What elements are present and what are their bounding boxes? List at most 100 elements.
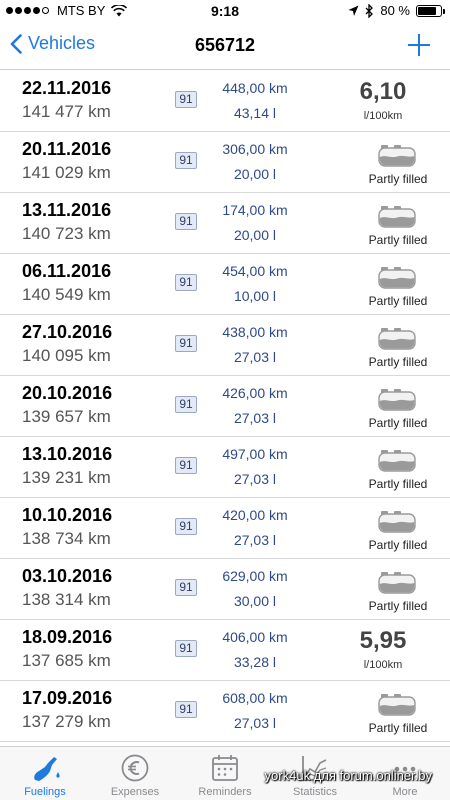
partly-filled-tank-icon: [378, 692, 416, 716]
octane-badge: 91: [175, 335, 197, 352]
fuel-volume: 43,14 l: [233, 105, 277, 121]
odometer-reading: 138 314 km: [22, 590, 111, 609]
fueling-date: 13.10.2016: [22, 444, 113, 464]
octane-badge: 91: [175, 457, 197, 474]
partly-filled-tank-icon: [378, 204, 416, 228]
trip-distance: 426,00 km: [222, 385, 288, 401]
odometer-reading: 140 723 km: [22, 224, 111, 243]
battery-level: [418, 6, 436, 15]
fuel-volume: 20,00 l: [233, 227, 277, 243]
partly-filled-tank-icon: [378, 265, 416, 289]
trip-distance: 448,00 km: [222, 80, 288, 96]
consumption-value: 6,10: [359, 78, 407, 105]
fueling-date: 18.09.2016: [22, 627, 113, 647]
back-button[interactable]: Vehicles: [10, 33, 95, 54]
navigation-bar: Vehicles 656712: [0, 22, 450, 70]
fuel-volume: 33,28 l: [233, 654, 277, 670]
more-dots-icon: [394, 766, 416, 772]
odometer-reading: 141 029 km: [22, 163, 111, 182]
fueling-row[interactable]: 18.09.2016 137 685 km 91 406,00 km 33,28 l 5,…: [0, 620, 450, 681]
fueling-row[interactable]: 20.11.2016 141 029 km 91 306,00 km 20,00 l Pa…: [0, 132, 450, 193]
fill-status-label: Partly filled: [368, 416, 428, 430]
add-fueling-button[interactable]: [406, 32, 432, 58]
status-right: 80 %: [348, 3, 445, 18]
fueling-row[interactable]: 20.10.2016 139 657 km 91 426,00 km 27,03 l Pa…: [0, 376, 450, 437]
trip-distance: 629,00 km: [222, 568, 288, 584]
tab-label: Reminders: [198, 786, 252, 798]
odometer-reading: 137 685 km: [22, 651, 111, 670]
odometer-reading: 140 549 km: [22, 285, 111, 304]
fuel-volume: 27,03 l: [233, 349, 277, 365]
partly-filled-tank-icon: [378, 509, 416, 533]
fueling-row[interactable]: 13.11.2016 140 723 km 91 174,00 km 20,00 l Pa…: [0, 193, 450, 254]
euro-coin-icon: [121, 754, 149, 782]
octane-badge: 91: [175, 518, 197, 535]
tab-statistics[interactable]: Statistics: [270, 747, 360, 800]
fueling-date: 27.10.2016: [22, 322, 113, 342]
fueling-row[interactable]: 17.09.2016 137 279 km 91 608,00 km 27,03 l Pa…: [0, 681, 450, 742]
partly-filled-tank-icon: [378, 570, 416, 594]
trip-distance: 406,00 km: [222, 629, 288, 645]
octane-badge: 91: [175, 91, 197, 108]
fueling-row[interactable]: 27.10.2016 140 095 km 91 438,00 km 27,03 l Pa…: [0, 315, 450, 376]
fill-status-label: Partly filled: [368, 172, 428, 186]
fueling-date: 06.11.2016: [22, 261, 112, 281]
trip-distance: 306,00 km: [222, 141, 288, 157]
tab-bar: Fuelings Expenses Reminders Statistics M…: [0, 746, 450, 800]
fueling-date: 10.10.2016: [22, 505, 113, 525]
trip-distance: 438,00 km: [222, 324, 288, 340]
fuel-volume: 30,00 l: [233, 593, 277, 609]
partly-filled-tank-icon: [378, 387, 416, 411]
octane-badge: 91: [175, 579, 197, 596]
tab-fuelings[interactable]: Fuelings: [0, 747, 90, 800]
odometer-reading: 141 477 km: [22, 102, 111, 121]
bluetooth-icon: [365, 3, 374, 18]
trip-distance: 420,00 km: [222, 507, 288, 523]
fuel-volume: 20,00 l: [233, 166, 277, 182]
fill-status-label: Partly filled: [368, 355, 428, 369]
octane-badge: 91: [175, 213, 197, 230]
fill-status-label: Partly filled: [368, 294, 428, 308]
fueling-row[interactable]: 06.11.2016 140 549 km 91 454,00 km 10,00 l Pa…: [0, 254, 450, 315]
fuel-volume: 27,03 l: [233, 471, 277, 487]
octane-badge: 91: [175, 396, 197, 413]
odometer-reading: 139 657 km: [22, 407, 111, 426]
tab-more[interactable]: More: [360, 747, 450, 800]
trip-distance: 454,00 km: [222, 263, 288, 279]
calendar-icon: [212, 755, 238, 781]
fueling-date: 20.11.2016: [22, 139, 112, 159]
fueling-date: 17.09.2016: [22, 688, 113, 708]
odometer-reading: 140 095 km: [22, 346, 111, 365]
trip-distance: 174,00 km: [222, 202, 288, 218]
fuel-volume: 27,03 l: [233, 532, 277, 548]
back-button-label: Vehicles: [28, 33, 96, 53]
fueling-row[interactable]: 13.10.2016 139 231 km 91 497,00 km 27,03 l Pa…: [0, 437, 450, 498]
octane-badge: 91: [175, 152, 197, 169]
octane-badge: 91: [175, 640, 197, 657]
fueling-row[interactable]: 10.10.2016 138 734 km 91 420,00 km 27,03 l Pa…: [0, 498, 450, 559]
tab-reminders[interactable]: Reminders: [180, 747, 270, 800]
odometer-reading: 138 734 km: [22, 529, 111, 548]
fueling-date: 20.10.2016: [22, 383, 113, 403]
fueling-row[interactable]: 22.11.2016 141 477 km 91 448,00 km 43,14 l 6,…: [0, 71, 450, 132]
fueling-date: 03.10.2016: [22, 566, 113, 586]
tab-expenses[interactable]: Expenses: [90, 747, 180, 800]
fill-status-label: Partly filled: [368, 599, 428, 613]
fill-status-label: Partly filled: [368, 233, 428, 247]
location-arrow-icon: [348, 5, 359, 16]
tab-label: Fuelings: [24, 786, 66, 798]
octane-badge: 91: [175, 701, 197, 718]
battery-percent: 80 %: [380, 3, 410, 18]
octane-badge: 91: [175, 274, 197, 291]
fuel-volume: 10,00 l: [233, 288, 277, 304]
status-bar: MTS BY 9:18 80 %: [0, 0, 450, 22]
fueling-date: 22.11.2016: [22, 78, 112, 98]
trip-distance: 497,00 km: [222, 446, 288, 462]
chart-icon: [302, 756, 328, 781]
fueling-row[interactable]: 03.10.2016 138 314 km 91 629,00 km 30,00 l Pa…: [0, 559, 450, 620]
partly-filled-tank-icon: [378, 143, 416, 167]
odometer-reading: 137 279 km: [22, 712, 111, 731]
fueling-date: 13.11.2016: [22, 200, 112, 220]
consumption-unit: l/100km: [363, 659, 403, 671]
fuel-volume: 27,03 l: [233, 410, 277, 426]
